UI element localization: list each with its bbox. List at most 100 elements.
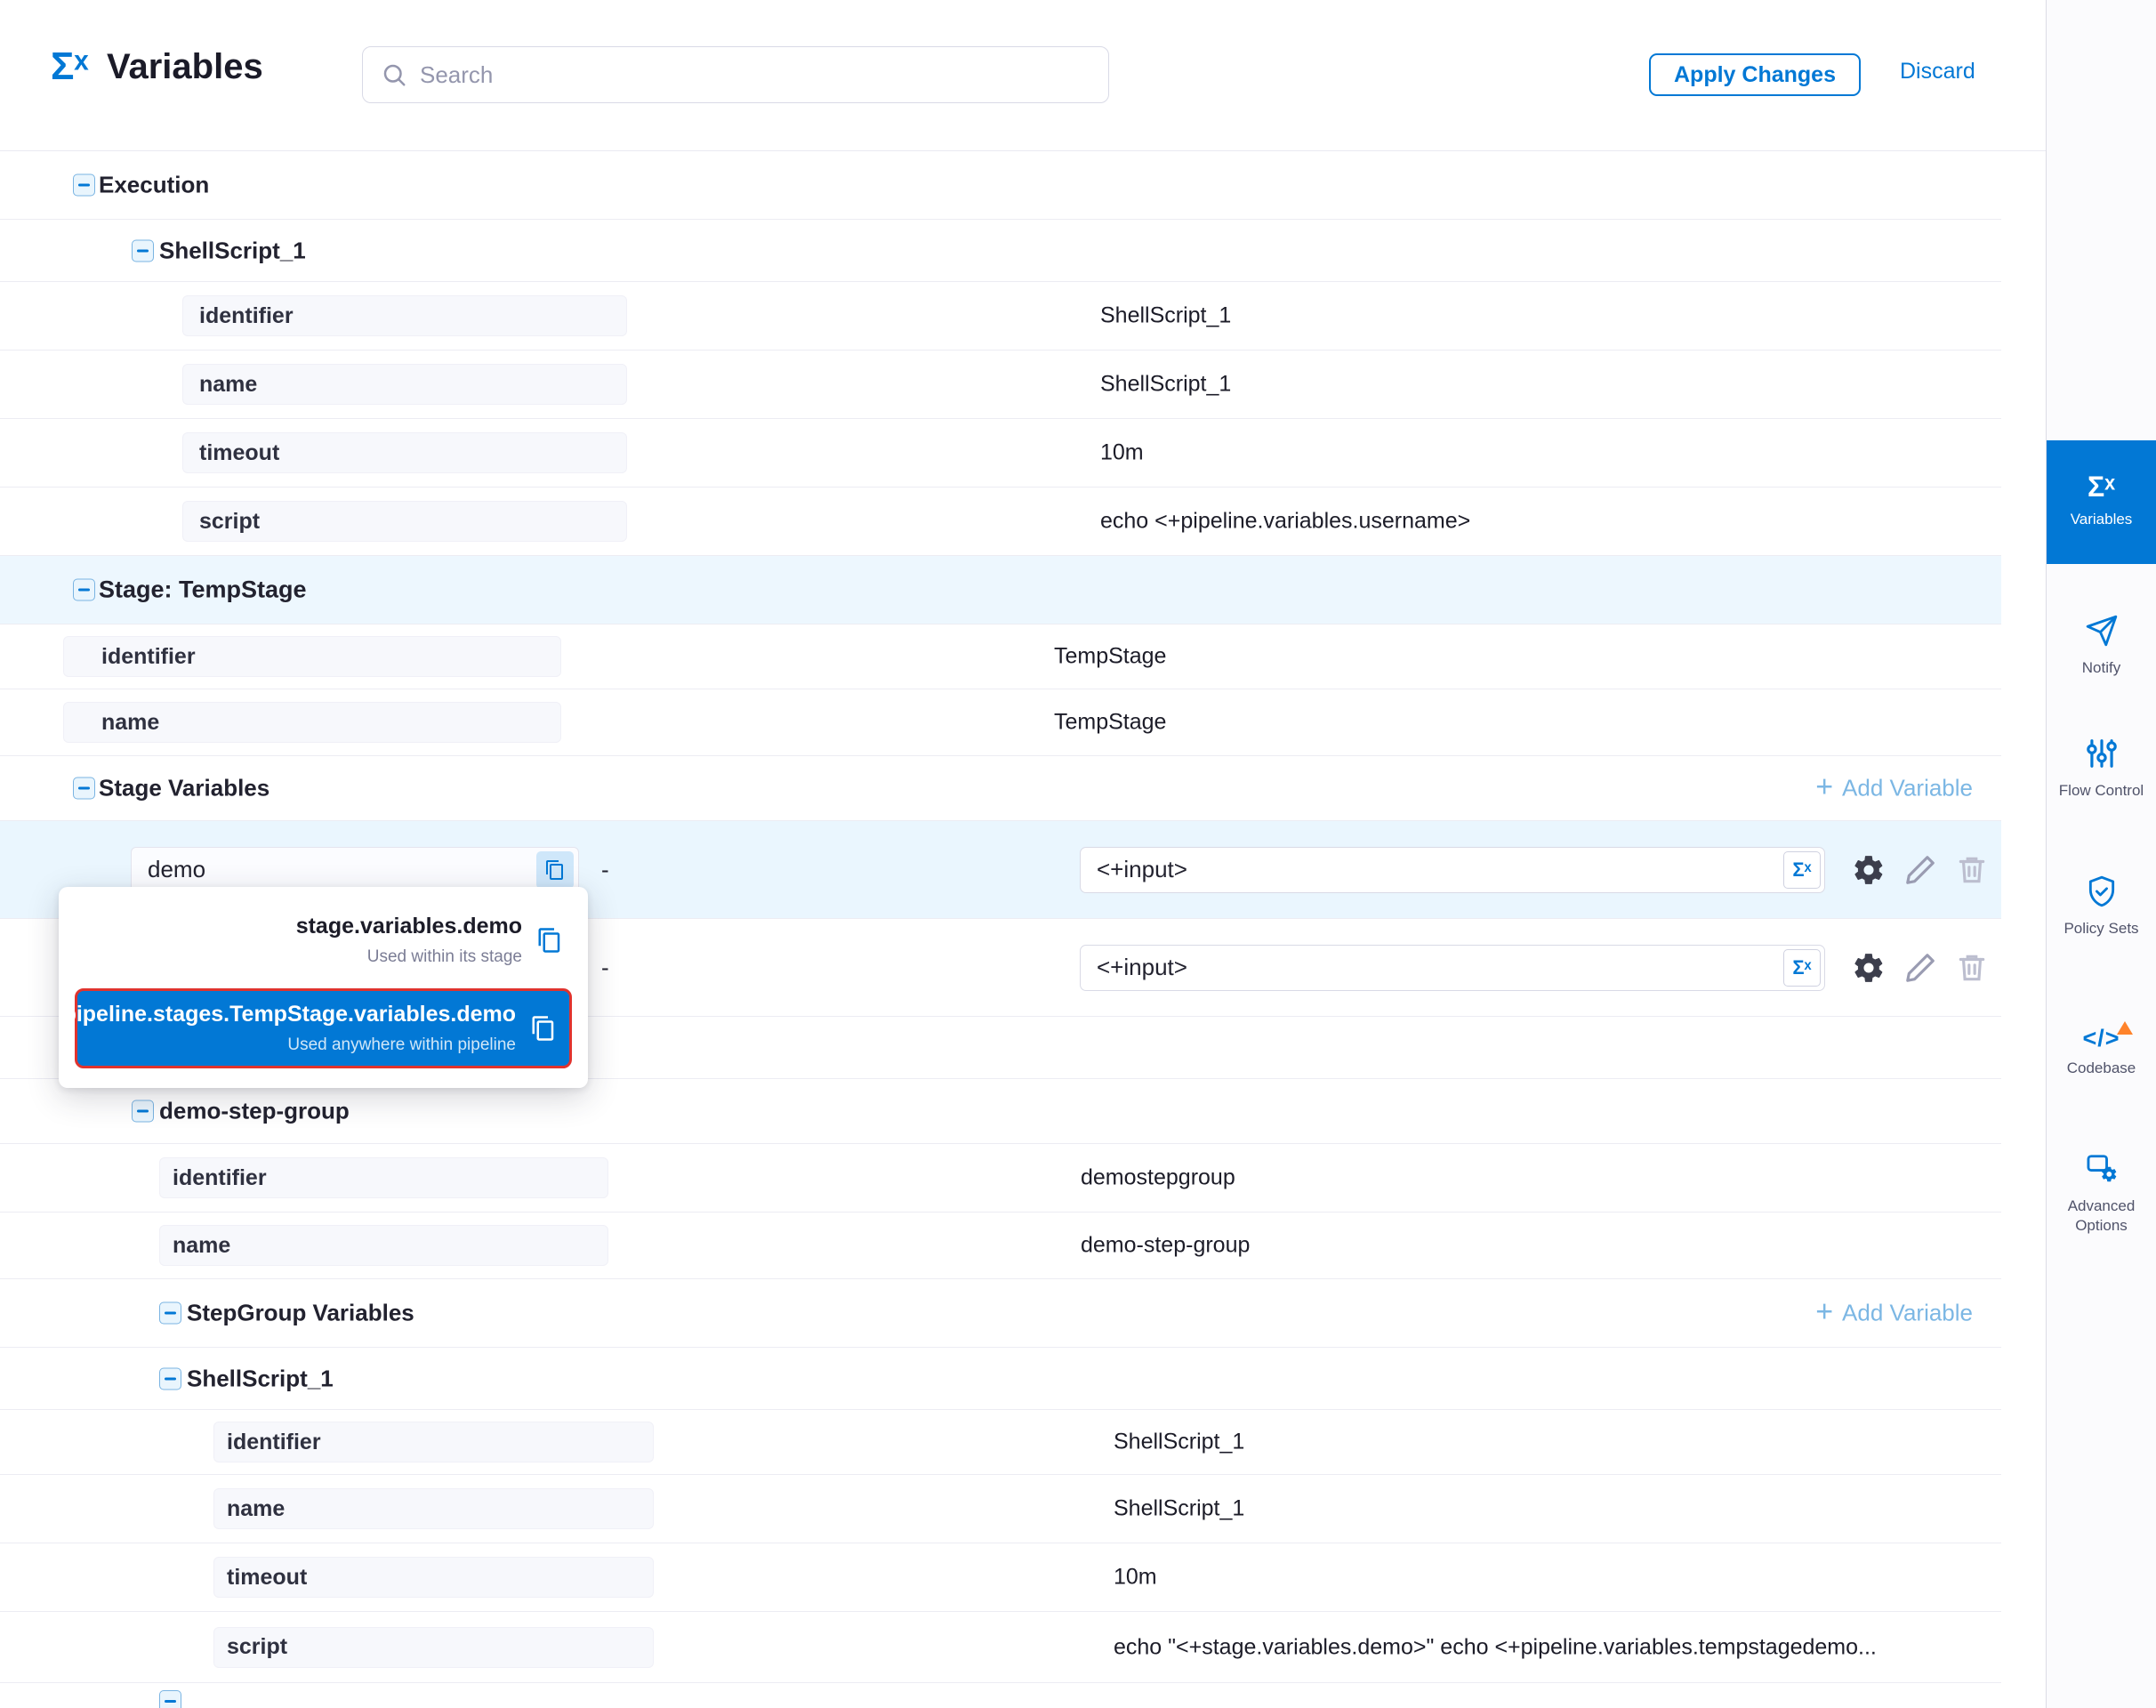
stage-variables-section-row: Stage Variables +Add Variable	[0, 756, 2001, 821]
field-key: name	[213, 1488, 654, 1529]
shield-check-icon	[2085, 874, 2119, 908]
collapse-icon[interactable]	[159, 1690, 181, 1708]
plus-icon: +	[1815, 1297, 1833, 1327]
variable-value-input[interactable]: <+input> Σˣ	[1080, 945, 1825, 991]
field-key: identifier	[182, 295, 627, 336]
sidebar-item-advanced-options[interactable]: Advanced Options	[2047, 1152, 2156, 1236]
field-key-label: identifier	[101, 644, 196, 670]
field-value: echo "<+stage.variables.demo>" echo <+pi…	[1114, 1634, 1877, 1660]
field-value: 10m	[1114, 1565, 1157, 1591]
field-key-label: script	[227, 1634, 287, 1660]
header: Σˣ Variables Apply Changes Discard	[0, 0, 2046, 151]
popup-item-pipeline-scope[interactable]: pipeline.stages.TempStage.variables.demo…	[75, 988, 572, 1068]
discard-button[interactable]: Discard	[1900, 59, 1975, 85]
execution-section-row: Execution	[0, 151, 2001, 220]
field-row: timeout 10m	[0, 1543, 2001, 1612]
apply-changes-button[interactable]: Apply Changes	[1649, 53, 1861, 96]
field-row: timeout 10m	[0, 419, 2001, 487]
field-key-label: name	[101, 710, 159, 736]
popup-item-stage-scope[interactable]: stage.variables.demo Used within its sta…	[75, 903, 572, 979]
delete-trash-icon[interactable]	[1955, 951, 1989, 985]
field-key-label: identifier	[173, 1165, 267, 1191]
sidebar-item-codebase[interactable]: </> Codebase	[2047, 1025, 2156, 1078]
field-value: ShellScript_1	[1100, 372, 1231, 398]
collapse-icon[interactable]	[159, 1367, 181, 1390]
field-row: script echo <+pipeline.variables.usernam…	[0, 487, 2001, 556]
plus-icon: +	[1815, 772, 1833, 802]
shellscript-section-row: ShellScript_1	[0, 220, 2001, 282]
variable-scope: Used anywhere within pipeline	[63, 1035, 516, 1055]
sliders-icon	[2085, 737, 2119, 770]
collapse-icon[interactable]	[73, 579, 95, 601]
field-row: name ShellScript_1	[0, 350, 2001, 419]
search-box[interactable]	[362, 46, 1109, 103]
field-value: TempStage	[1054, 644, 1166, 670]
add-variable-button[interactable]: + Add Variable	[1815, 1300, 1973, 1327]
field-value: demostepgroup	[1081, 1165, 1235, 1191]
copy-icon[interactable]	[536, 927, 563, 954]
search-input[interactable]	[420, 61, 1090, 89]
edit-pencil-icon[interactable]	[1903, 951, 1937, 985]
section-label: ShellScript_1	[159, 237, 306, 264]
field-value: ShellScript_1	[1114, 1496, 1244, 1522]
inner-shellscript-section-row: ShellScript_1	[0, 1348, 2001, 1410]
variable-value-text: <+input>	[1097, 954, 1187, 981]
field-key: name	[159, 1225, 608, 1266]
copy-icon[interactable]	[536, 851, 574, 889]
collapse-icon[interactable]	[73, 777, 95, 800]
copy-icon[interactable]	[530, 1015, 557, 1042]
section-label: Execution	[99, 172, 209, 199]
step-group-section-row: demo-step-group	[0, 1079, 2001, 1144]
sidebar-item-flow-control[interactable]: Flow Control	[2047, 737, 2156, 801]
collapse-icon[interactable]	[159, 1302, 181, 1325]
collapse-icon[interactable]	[132, 1100, 154, 1123]
sigma-logo-icon: Σˣ	[51, 44, 89, 89]
variable-path-popup: stage.variables.demo Used within its sta…	[59, 887, 588, 1088]
field-row: name demo-step-group	[0, 1213, 2001, 1279]
sidebar-item-label: Flow Control	[2047, 781, 2156, 801]
variable-scope: Used within its stage	[296, 947, 522, 967]
collapse-icon[interactable]	[73, 174, 95, 197]
field-key-label: name	[173, 1233, 230, 1259]
field-row: script echo "<+stage.variables.demo>" ec…	[0, 1612, 2001, 1683]
field-key: timeout	[213, 1557, 654, 1598]
field-key-label: name	[227, 1496, 285, 1522]
separator: -	[601, 954, 609, 981]
stage-section-row: Stage: TempStage	[0, 556, 2001, 624]
collapse-icon[interactable]	[132, 239, 154, 262]
add-variable-button[interactable]: +Add Variable	[1815, 775, 1973, 802]
sidebar-item-label: Policy Sets	[2047, 919, 2156, 939]
expression-toggle[interactable]: Σˣ	[1783, 851, 1821, 889]
field-key-label: identifier	[227, 1430, 321, 1455]
partial-row	[0, 1683, 2001, 1708]
settings-gear-icon[interactable]	[1852, 951, 1886, 985]
paper-plane-icon	[2085, 614, 2119, 648]
add-variable-label: Add Variable	[1842, 1300, 1973, 1327]
sidebar-item-label: Notify	[2047, 658, 2156, 678]
settings-gear-icon[interactable]	[1852, 853, 1886, 887]
sidebar-item-variables[interactable]: Σˣ Variables	[2047, 440, 2156, 564]
section-label: Stage: TempStage	[99, 576, 307, 604]
right-sidebar: Σˣ Variables Notify Flow Control Policy …	[2046, 0, 2156, 1708]
separator: -	[601, 856, 609, 883]
sidebar-item-notify[interactable]: Notify	[2047, 614, 2156, 678]
variable-value-input[interactable]: <+input> Σˣ	[1080, 847, 1825, 893]
field-key-label: name	[199, 372, 257, 398]
sidebar-item-label: Advanced Options	[2047, 1196, 2156, 1236]
field-key: name	[63, 702, 561, 743]
expression-toggle[interactable]: Σˣ	[1783, 949, 1821, 987]
field-row: identifier ShellScript_1	[0, 1410, 2001, 1475]
field-key-label: script	[199, 509, 260, 535]
delete-trash-icon[interactable]	[1955, 853, 1989, 887]
field-row: identifier ShellScript_1	[0, 282, 2001, 350]
sidebar-item-policy-sets[interactable]: Policy Sets	[2047, 874, 2156, 939]
advanced-options-gear-icon	[2085, 1152, 2119, 1186]
field-key: identifier	[159, 1157, 608, 1198]
field-key: script	[213, 1627, 654, 1668]
variable-path: pipeline.stages.TempStage.variables.demo	[63, 1002, 516, 1027]
variable-path: stage.variables.demo	[296, 914, 522, 939]
edit-pencil-icon[interactable]	[1903, 853, 1937, 887]
section-label: ShellScript_1	[187, 1365, 334, 1392]
variable-name-input[interactable]: demo	[131, 847, 579, 893]
field-value: ShellScript_1	[1100, 303, 1231, 329]
